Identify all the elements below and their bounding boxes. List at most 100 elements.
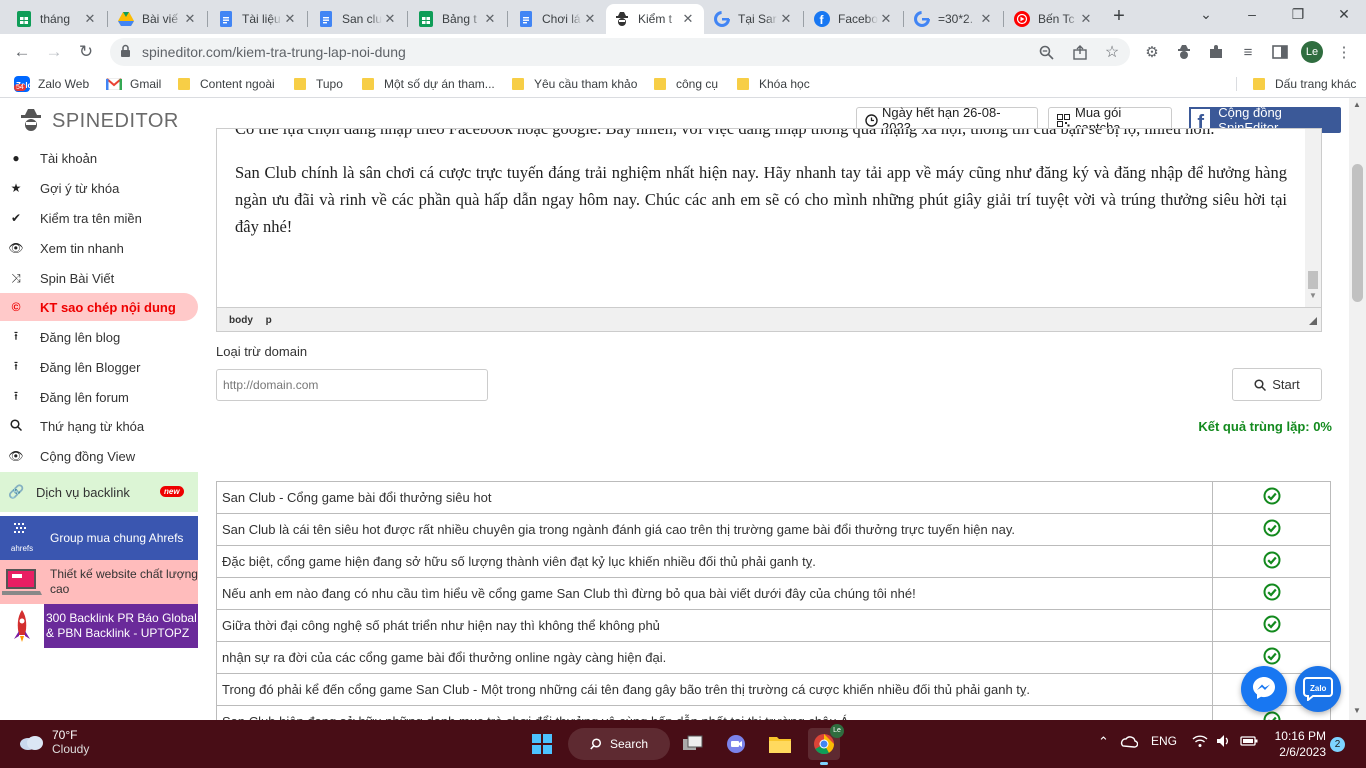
language-indicator[interactable]: ENG — [1151, 734, 1177, 748]
sidebar-item-domain-check[interactable]: ✔ Kiểm tra tên miền — [0, 204, 198, 232]
close-icon[interactable]: ✕ — [878, 11, 894, 27]
page-scrollbar-thumb[interactable] — [1352, 164, 1363, 302]
battery-icon[interactable] — [1240, 734, 1258, 751]
file-explorer-icon[interactable] — [764, 728, 796, 760]
close-icon[interactable]: ✕ — [680, 11, 696, 27]
start-windows-icon[interactable] — [526, 728, 558, 760]
back-button[interactable]: ← — [10, 40, 34, 64]
zalo-chat-button[interactable]: Zalo — [1295, 666, 1341, 712]
exclude-domain-input[interactable] — [216, 369, 488, 401]
scroll-up-arrow-icon[interactable]: ▲ — [1353, 100, 1361, 109]
browser-tab[interactable]: Bài viế ✕ — [110, 4, 206, 34]
page-scrollbar[interactable]: ▲ ▼ — [1349, 98, 1366, 720]
new-tab-button[interactable]: + — [1108, 6, 1130, 28]
sidebar-item-copy-check[interactable]: © KT sao chép nội dung — [0, 293, 198, 321]
sidebar-item-post-blogger[interactable]: ⭱ Đăng lên Blogger — [0, 353, 198, 381]
scroll-down-arrow-icon[interactable]: ▼ — [1309, 291, 1317, 300]
promo-backlink-uptopz[interactable]: 300 Backlink PR Báo Global & PBN Backlin… — [0, 604, 198, 648]
sidebar-item-spin[interactable]: ⤨ Spin Bài Viết — [0, 264, 198, 292]
wifi-icon[interactable] — [1192, 734, 1208, 751]
tab-search-icon[interactable]: ⌄ — [1192, 4, 1220, 24]
status-path-p[interactable]: p — [266, 315, 272, 326]
menu-dots-icon[interactable]: ⋮ — [1334, 42, 1354, 62]
editor-scrollbar[interactable]: ▼ — [1305, 129, 1321, 307]
browser-tab-active[interactable]: Kiểm t ✕ — [606, 4, 704, 34]
address-bar[interactable]: spineditor.com/kiem-tra-trung-lap-noi-du… — [110, 38, 1130, 66]
restore-button[interactable]: ❐ — [1284, 4, 1312, 24]
ahrefs-thumb-text: ahrefs — [10, 543, 34, 553]
close-icon[interactable]: ✕ — [382, 11, 398, 27]
messenger-chat-button[interactable] — [1241, 666, 1287, 712]
chrome-taskbar-icon[interactable]: Le — [808, 724, 844, 765]
close-icon[interactable]: ✕ — [1078, 11, 1094, 27]
bookmark-folder[interactable]: Một số dự án tham... — [362, 76, 495, 92]
sidebar-item-account[interactable]: ● Tài khoản — [0, 144, 198, 172]
close-icon[interactable]: ✕ — [482, 11, 498, 27]
sidebar-item-keyword-rank[interactable]: Thứ hạng từ khóa — [0, 412, 198, 440]
browser-tab[interactable]: Bến Tc ✕ — [1006, 4, 1102, 34]
sidebar-item-quick-news[interactable]: 👁 Xem tin nhanh — [0, 234, 198, 262]
profile-avatar[interactable]: Le — [1301, 41, 1323, 63]
upload-icon: ⭱ — [13, 358, 19, 373]
browser-tab[interactable]: Tài liệu ✕ — [210, 4, 306, 34]
browser-tab[interactable]: Chơi lá ✕ — [510, 4, 606, 34]
tab-divider — [107, 11, 108, 27]
sidebar-item-post-forum[interactable]: ⭱ Đăng lên forum — [0, 383, 198, 411]
share-icon[interactable] — [1072, 44, 1088, 60]
media-queue-icon[interactable]: ≡ — [1238, 42, 1258, 62]
content-editor[interactable]: Có thể lựa chọn đăng nhập theo Facebook … — [216, 128, 1322, 332]
browser-tab[interactable]: Bảng t ✕ — [410, 4, 506, 34]
scroll-down-arrow-icon[interactable]: ▼ — [1353, 706, 1361, 715]
extensions-puzzle-icon[interactable] — [1206, 42, 1226, 62]
close-icon[interactable]: ✕ — [582, 11, 598, 27]
sidebar-item-community-view[interactable]: 👁 Cộng đồng View — [0, 442, 198, 470]
close-icon[interactable]: ✕ — [282, 11, 298, 27]
bookmark-gmail[interactable]: Gmail — [106, 76, 161, 92]
browser-tab[interactable]: San clu ✕ — [310, 4, 406, 34]
notification-badge[interactable]: 2 — [1330, 737, 1345, 752]
sidebar-item-post-blog[interactable]: ⭱ Đăng lên blog — [0, 323, 198, 351]
lock-icon[interactable] — [120, 44, 131, 61]
bookmark-folder[interactable]: Yêu cầu tham khảo — [512, 76, 637, 92]
browser-tab[interactable]: f Facebo ✕ — [806, 4, 902, 34]
bookmark-star-icon[interactable]: ☆ — [1104, 44, 1120, 61]
browser-tab[interactable]: Tại Sar ✕ — [706, 4, 802, 34]
site-logo[interactable]: SPINEDITOR — [20, 107, 179, 136]
onedrive-sync-icon[interactable] — [1120, 734, 1139, 753]
bookmark-folder[interactable]: công cụ — [654, 76, 718, 92]
extension-spy-icon[interactable] — [1174, 42, 1194, 62]
bookmark-zalo[interactable]: Zalo54 Zalo Web — [14, 76, 89, 92]
task-view-icon[interactable] — [677, 728, 709, 760]
bookmark-other[interactable]: Dấu trang khác — [1253, 76, 1356, 92]
browser-tab[interactable]: =30*2. ✕ — [906, 4, 1002, 34]
close-icon[interactable]: ✕ — [82, 11, 98, 27]
volume-icon[interactable] — [1216, 734, 1232, 751]
resize-handle-icon[interactable] — [1309, 317, 1317, 325]
close-icon[interactable]: ✕ — [778, 11, 794, 27]
sidebar-item-keyword-suggest[interactable]: ★ Gợi ý từ khóa — [0, 174, 198, 202]
taskbar-search[interactable]: Search — [568, 728, 670, 760]
bookmark-folder[interactable]: Tupo — [294, 76, 343, 92]
extension-gear-icon[interactable]: ⚙ — [1142, 42, 1162, 62]
close-window-button[interactable]: ✕ — [1330, 4, 1358, 24]
browser-tab[interactable]: tháng ✕ — [8, 4, 106, 34]
teams-chat-icon[interactable] — [720, 728, 752, 760]
bookmark-folder[interactable]: Khóa học — [737, 76, 810, 92]
tray-overflow-icon[interactable]: ⌃ — [1098, 734, 1109, 750]
bookmark-folder[interactable]: Content ngoài — [178, 76, 275, 92]
forward-button[interactable]: → — [42, 40, 66, 64]
promo-website-design[interactable]: Thiết kế website chất lượng cao — [0, 560, 198, 604]
close-icon[interactable]: ✕ — [182, 11, 198, 27]
minimize-button[interactable]: – — [1238, 4, 1266, 24]
side-panel-icon[interactable] — [1270, 42, 1290, 62]
zoom-icon[interactable] — [1038, 44, 1054, 60]
weather-widget[interactable]: 70°F Cloudy — [18, 728, 89, 756]
close-icon[interactable]: ✕ — [978, 11, 994, 27]
start-button[interactable]: Start — [1232, 368, 1322, 401]
reload-button[interactable]: ↻ — [74, 40, 98, 64]
editor-scrollbar-thumb[interactable] — [1308, 271, 1318, 289]
promo-ahrefs[interactable]: ahrefs Group mua chung Ahrefs — [0, 516, 198, 560]
status-path-body[interactable]: body — [229, 315, 253, 326]
system-clock[interactable]: 10:16 PM 2/6/2023 — [1268, 728, 1326, 760]
sidebar-item-backlink[interactable]: 🔗 Dịch vụ backlink new — [0, 472, 198, 512]
